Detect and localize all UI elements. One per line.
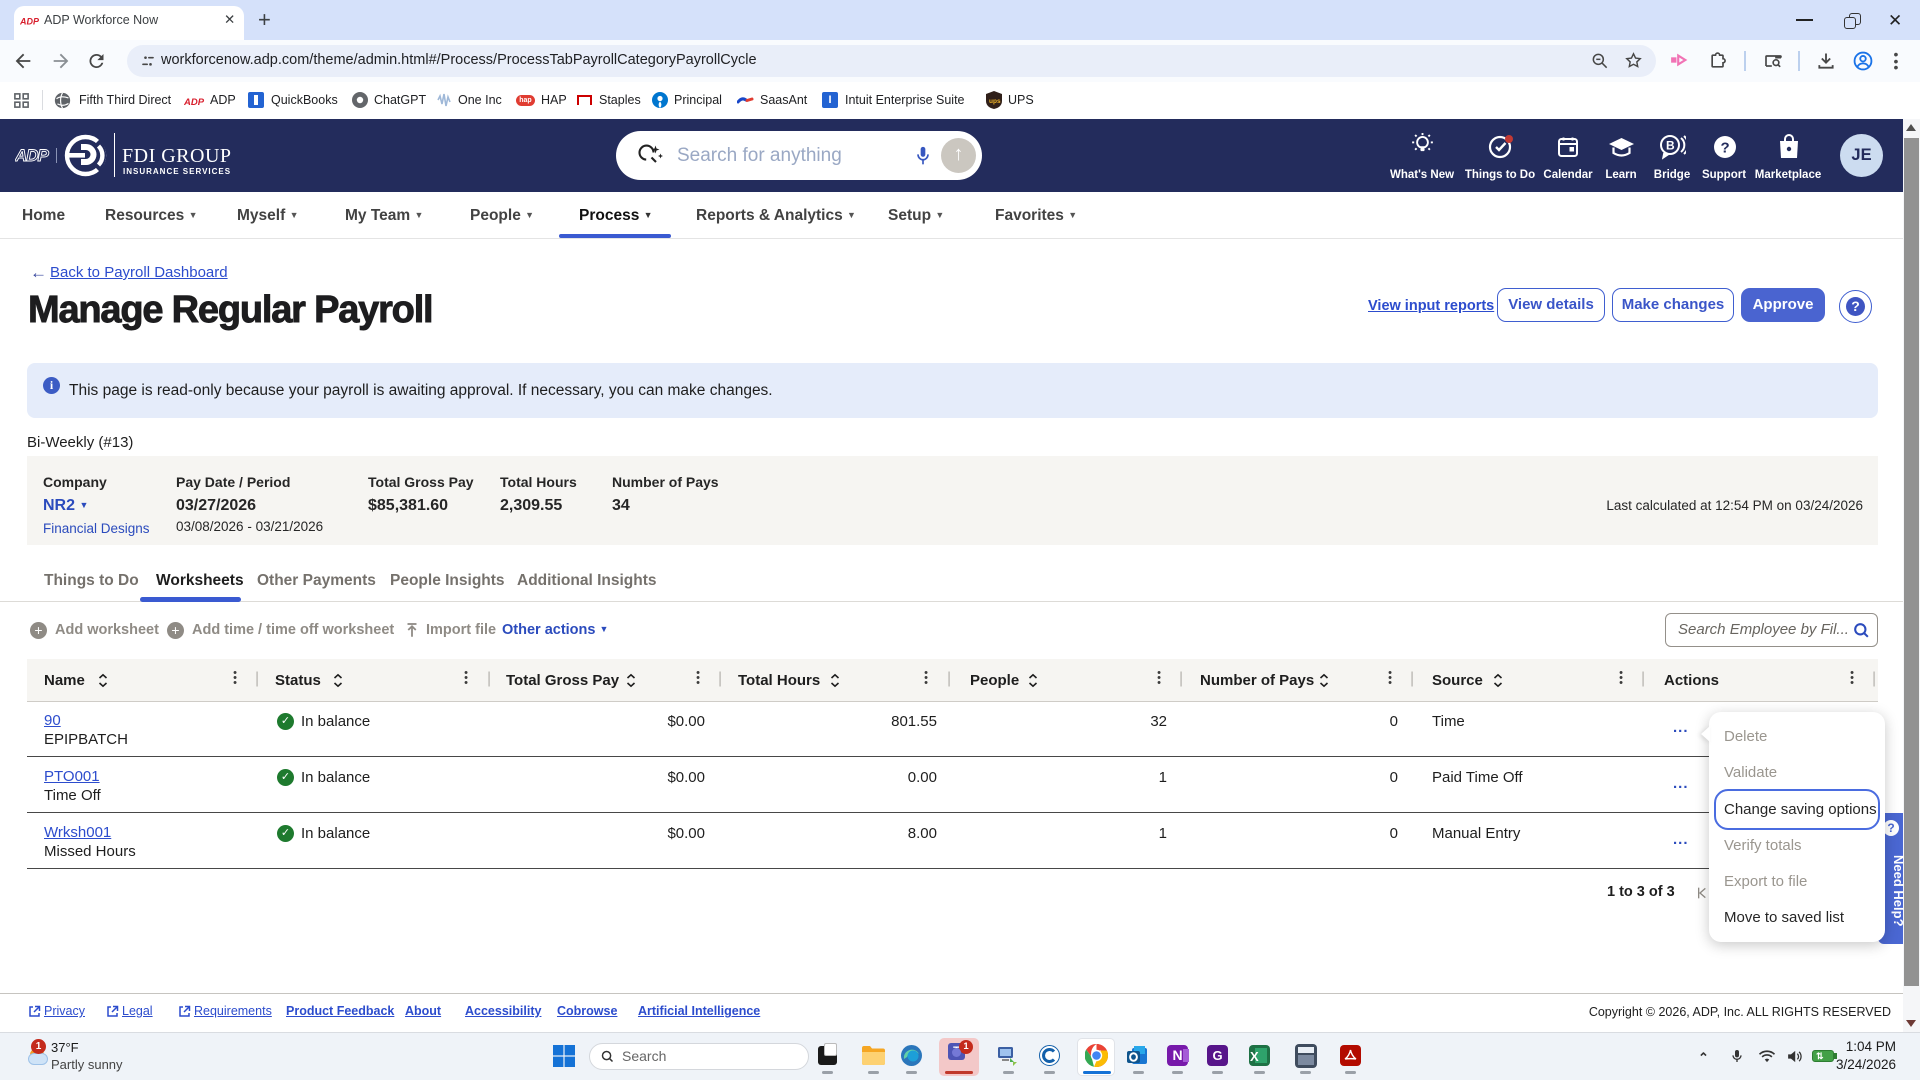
svg-text:ADP: ADP <box>20 17 40 27</box>
svg-text:B: B <box>1666 139 1675 153</box>
svg-text:?: ? <box>1721 140 1730 157</box>
svg-text:ups: ups <box>989 98 1001 105</box>
svg-text:ADP: ADP <box>184 97 205 107</box>
svg-text:ADP: ADP <box>15 146 50 165</box>
